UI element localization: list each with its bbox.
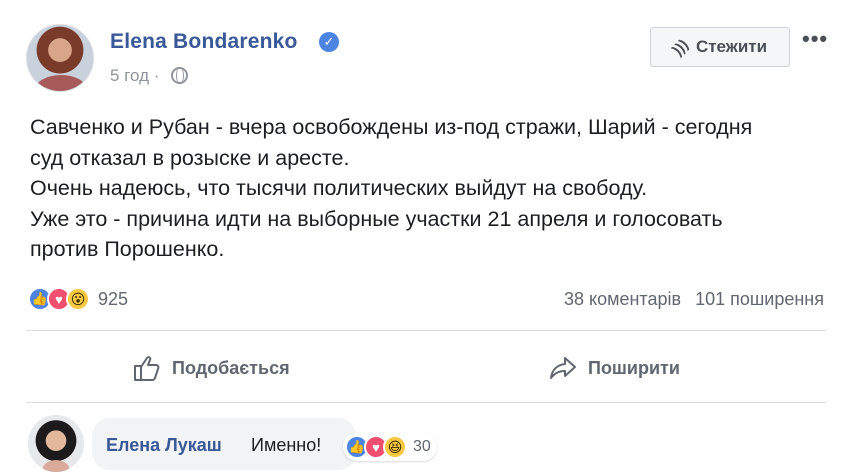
haha-reaction-icon: 😆 [383,435,407,459]
post-text: Савченко и Рубан - вчера освобождены из-… [30,112,830,265]
comments-count-link[interactable]: 38 коментарів [564,289,681,310]
wow-reaction-icon: 😮 [66,287,90,311]
post-text-line: Уже это - причина идти на выборные участ… [30,206,723,231]
like-button-label: Подобається [172,357,290,378]
commenter-name-link[interactable]: Елена Лукаш [106,435,222,456]
comment-text: Именно! [251,435,322,455]
share-button[interactable]: Поширити [548,350,680,386]
post-timestamp[interactable]: 5 год · [110,66,159,86]
divider [26,330,826,331]
commenter-avatar[interactable] [28,415,84,472]
post-text-line: против Порошенко. [30,237,225,261]
globe-icon [171,67,188,84]
share-arrow-icon [550,357,576,379]
comment-reaction-count: 30 [413,438,431,455]
post-text-line: суд отказал в розыске и аресте. [30,145,350,170]
post-stats: 38 коментарів 101 поширення [564,289,824,310]
follow-button[interactable]: ))) Стежити [650,27,790,67]
share-button-label: Поширити [588,357,680,378]
thumbs-up-icon [134,356,160,381]
post-card: Elena Bondarenko ✓ 5 год · ))) Стежити •… [0,0,850,472]
timestamp-text: 5 год [110,66,150,85]
post-text-line: Очень надеюсь, что тысячи политических в… [30,176,648,200]
shares-count-link[interactable]: 101 поширення [695,289,824,310]
post-text-line: Савченко и Рубан - вчера освобождены из-… [30,115,753,139]
author-name-link[interactable]: Elena Bondarenko [110,30,298,54]
more-options-icon[interactable]: ••• [802,26,828,52]
rss-icon: ))) [669,35,692,59]
reaction-count: 925 [98,288,129,309]
comment-reaction-summary[interactable]: 👍 ♥ 😆 30 [343,433,437,461]
divider [26,402,826,403]
reaction-summary[interactable]: 👍 ♥ 😮 925 [28,287,128,311]
meta-separator: · [153,66,160,85]
like-button[interactable]: Подобається [132,350,290,386]
verified-badge-icon: ✓ [319,32,339,52]
follow-button-label: Стежити [695,37,768,56]
author-avatar[interactable] [26,24,94,92]
